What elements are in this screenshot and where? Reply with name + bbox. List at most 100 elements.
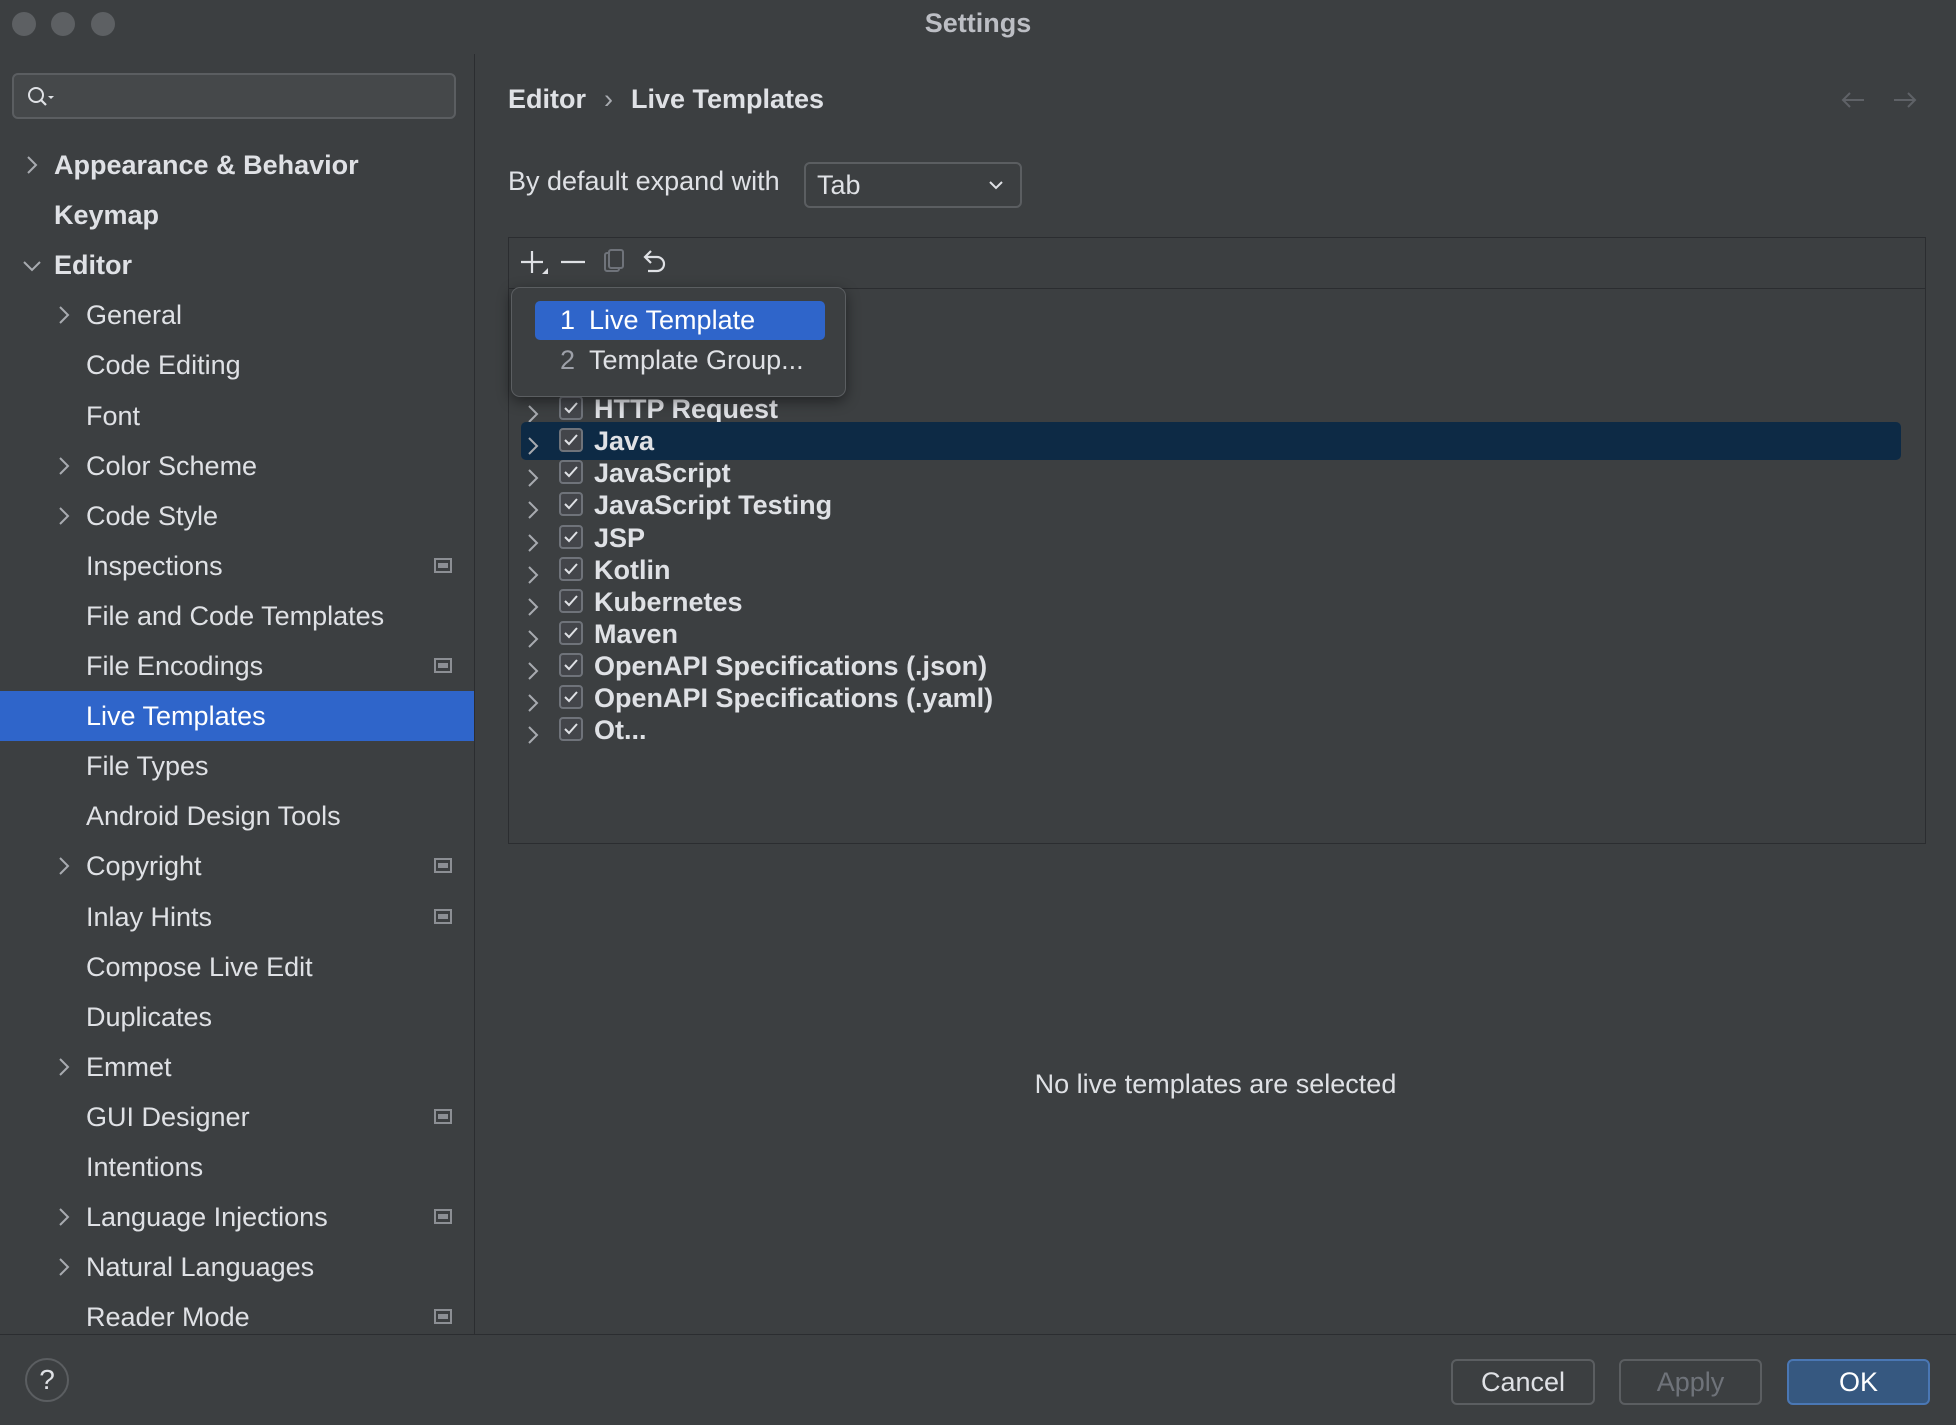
sidebar-item-label: File Types [86,751,209,782]
template-group-checkbox[interactable] [559,620,583,645]
sidebar-item-intentions[interactable]: Intentions [0,1142,474,1192]
sidebar-item-appearance-behavior[interactable]: Appearance & Behavior [0,140,474,190]
checkmark-icon [564,723,578,735]
search-icon [28,87,54,106]
checkmark-icon [564,595,578,607]
sidebar-item-label: File and Code Templates [86,600,385,631]
sidebar-item-label: Font [86,400,141,431]
project-scope-icon [434,1209,452,1225]
settings-sidebar: Appearance & Behavior Keymap Editor General… [0,54,475,1334]
chevron-down-icon[interactable] [20,240,44,290]
sidebar-item-inlay-hints[interactable]: Inlay Hints [0,892,474,942]
template-group-checkbox[interactable] [559,652,583,677]
sidebar-item-file-types[interactable]: File Types [0,741,474,791]
chevron-right-icon[interactable] [52,1192,76,1242]
cancel-button[interactable]: Cancel [1451,1359,1595,1405]
sidebar-item-label: Natural Languages [86,1252,315,1283]
apply-button[interactable]: Apply [1619,1359,1762,1405]
checkmark-icon [564,434,578,446]
template-group-checkbox[interactable] [559,588,583,613]
sidebar-item-file-and-code-templates[interactable]: File and Code Templates [0,591,474,641]
forward-arrow-icon[interactable] [1890,88,1920,112]
popup-item-live-template[interactable]: 1 Live Template [535,301,825,340]
sidebar-item-font[interactable]: Font [0,391,474,441]
undo-icon[interactable] [635,244,671,280]
sidebar-item-label: Code Editing [86,350,241,381]
sidebar-item-label: Emmet [86,1051,172,1082]
sidebar-item-language-injections[interactable]: Language Injections [0,1192,474,1242]
template-group-label: Ot... [594,715,647,746]
sidebar-item-label: Inspections [86,550,223,581]
chevron-right-icon[interactable] [52,841,76,891]
popup-item-label: Template Group... [589,345,804,375]
help-button[interactable]: ? [25,1358,69,1402]
copy-icon[interactable] [595,244,631,280]
sidebar-item-color-scheme[interactable]: Color Scheme [0,441,474,491]
sidebar-item-copyright[interactable]: Copyright [0,841,474,891]
template-group-checkbox[interactable] [559,396,583,421]
sidebar-item-code-style[interactable]: Code Style [0,491,474,541]
project-scope-icon [434,1108,452,1124]
checkmark-icon [564,402,578,414]
sidebar-item-label: File Encodings [86,651,264,681]
sidebar-item-android-design-tools[interactable]: Android Design Tools [0,791,474,841]
breadcrumb-parent[interactable]: Editor [508,84,586,114]
template-group-checkbox[interactable] [559,556,583,581]
popup-item-template-group[interactable]: 2 Template Group... [535,341,825,380]
expand-with-select[interactable]: Tab [804,162,1022,208]
expand-with-value: Tab [817,170,861,200]
checkmark-icon [564,659,578,671]
sidebar-item-label: Compose Live Edit [86,951,313,982]
chevron-right-icon[interactable] [52,1242,76,1292]
template-group-checkbox[interactable] [559,717,583,742]
popup-item-number: 1 [559,305,575,335]
template-group-checkbox[interactable] [559,524,583,549]
chevron-down-icon [989,181,1003,190]
main-panel: Editor › Live Templates By default expand … [475,54,1956,1334]
sidebar-item-emmet[interactable]: Emmet [0,1042,474,1092]
chevron-right-icon[interactable] [52,441,76,491]
remove-icon[interactable] [555,244,591,280]
chevron-right-icon[interactable] [521,719,545,757]
empty-selection-message: No live templates are selected [1034,1069,1397,1099]
template-group-checkbox[interactable] [559,460,583,485]
project-scope-icon [434,658,452,673]
sidebar-item-keymap[interactable]: Keymap [0,190,474,240]
chevron-right-icon[interactable] [52,290,76,340]
sidebar-item-label: Live Templates [86,701,266,732]
back-arrow-icon[interactable] [1838,88,1868,112]
sidebar-item-compose-live-edit[interactable]: Compose Live Edit [0,942,474,992]
chevron-right-icon[interactable] [52,491,76,541]
sidebar-item-file-encodings[interactable]: File Encodings [0,641,474,691]
template-group-checkbox[interactable] [559,428,583,453]
breadcrumb-separator-icon: › [604,84,613,114]
sidebar-item-label: General [86,300,183,331]
title-bar: Settings [0,0,1956,54]
ok-button[interactable]: OK [1787,1359,1930,1405]
sidebar-item-duplicates[interactable]: Duplicates [0,992,474,1042]
sidebar-item-natural-languages[interactable]: Natural Languages [0,1242,474,1292]
chevron-right-icon[interactable] [20,140,44,190]
sidebar-item-live-templates[interactable]: Live Templates [0,691,474,742]
checkmark-icon [564,530,578,542]
template-group-checkbox[interactable] [559,685,583,709]
template-group-checkbox[interactable] [559,492,583,517]
breadcrumb-current: Live Templates [631,84,825,114]
sidebar-item-label: Editor [54,250,132,281]
sidebar-item-gui-designer[interactable]: GUI Designer [0,1092,474,1142]
window-title: Settings [924,8,1032,38]
history-navigation [1838,88,1920,117]
add-icon[interactable] [515,244,551,280]
sidebar-item-editor[interactable]: Editor [0,240,474,290]
project-scope-icon [434,557,452,573]
sidebar-item-label: Duplicates [86,1001,213,1032]
search-input[interactable] [12,73,456,119]
sidebar-item-label: Copyright [86,851,202,882]
sidebar-item-general[interactable]: General [0,290,474,340]
sidebar-item-inspections[interactable]: Inspections [0,541,474,591]
sidebar-item-code-editing[interactable]: Code Editing [0,340,474,390]
checkmark-icon [564,466,578,478]
templates-toolbar [509,238,1925,289]
chevron-right-icon[interactable] [52,1042,76,1092]
template-group-row[interactable]: Ot... [521,711,1901,749]
